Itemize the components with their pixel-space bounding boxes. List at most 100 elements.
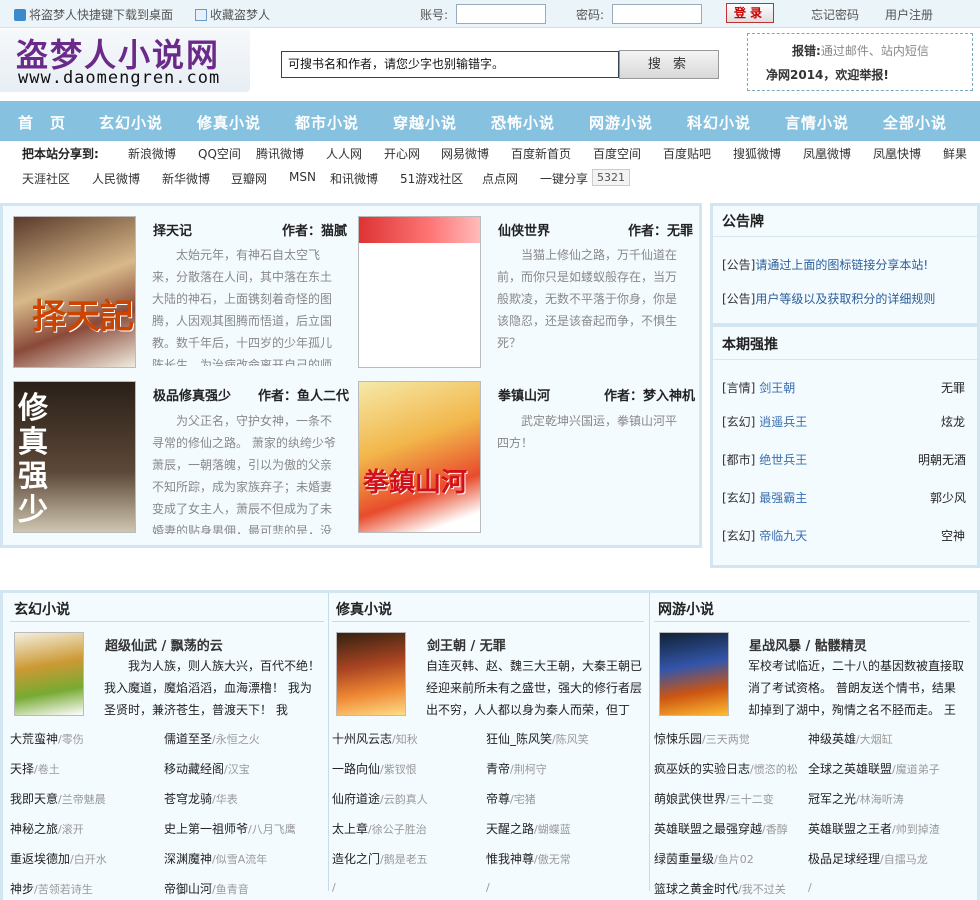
share-item[interactable]: 新华微博: [162, 170, 210, 187]
rec-item[interactable]: [都市] 绝世兵王: [722, 451, 807, 468]
nav-wangyou[interactable]: 网游小说: [589, 112, 653, 133]
list-book-title[interactable]: 极品足球经理: [808, 852, 880, 866]
favorite-link[interactable]: 收藏盗梦人: [195, 6, 270, 23]
list-book-title[interactable]: 我即天意: [10, 792, 58, 806]
nav-kongbu[interactable]: 恐怖小说: [491, 112, 555, 133]
list-book-title[interactable]: 天择: [10, 762, 34, 776]
list-book-author[interactable]: /傲无常: [534, 853, 571, 866]
list-book-author[interactable]: /滚开: [58, 823, 84, 836]
rec-item[interactable]: [玄幻] 帝临九天: [722, 527, 807, 544]
list-item[interactable]: 仙府道途/云韵真人: [332, 790, 428, 807]
rec-author[interactable]: 无罪: [941, 379, 965, 396]
list-book-title[interactable]: 帝尊: [486, 792, 510, 806]
list-item[interactable]: 帝御山河/鱼青音: [164, 880, 249, 897]
list-book-author[interactable]: /大烟缸: [856, 733, 893, 746]
list-item[interactable]: 篮球之黄金时代/我不过关: [654, 880, 786, 897]
rec-book[interactable]: 绝世兵王: [759, 453, 807, 467]
book-title[interactable]: 择天记: [153, 220, 192, 239]
nav-yanqing[interactable]: 言情小说: [785, 112, 849, 133]
list-book-author[interactable]: /苦领若诗生: [34, 883, 93, 896]
nav-xiuzhen[interactable]: 修真小说: [197, 112, 261, 133]
list-item[interactable]: 天择/卷土: [10, 760, 60, 777]
list-book-author[interactable]: /: [808, 881, 812, 894]
list-book-title[interactable]: 天醒之路: [486, 822, 534, 836]
book-cover[interactable]: [14, 632, 84, 716]
book-cover[interactable]: [336, 632, 406, 716]
list-book-author[interactable]: /知秋: [392, 733, 418, 746]
list-item[interactable]: 神步/苦领若诗生: [10, 880, 93, 897]
list-book-title[interactable]: 篮球之黄金时代: [654, 882, 738, 896]
rec-book[interactable]: 帝临九天: [759, 529, 807, 543]
share-item[interactable]: 鲜果: [943, 145, 967, 162]
share-item[interactable]: 凤凰快博: [873, 145, 921, 162]
list-book-title[interactable]: 仙府道途: [332, 792, 380, 806]
book-cover[interactable]: [659, 632, 729, 716]
share-item[interactable]: 天涯社区: [22, 170, 70, 187]
list-book-author[interactable]: /鱼青音: [212, 883, 249, 896]
list-item[interactable]: 绿茵重量级/鱼片02: [654, 850, 754, 867]
rec-book[interactable]: 最强霸主: [759, 491, 807, 505]
book-cover[interactable]: 拳鎮山河: [358, 381, 481, 533]
rec-item[interactable]: [言情] 剑王朝: [722, 379, 795, 396]
list-book-author[interactable]: /三十二变: [726, 793, 774, 806]
list-book-author[interactable]: /紫钗恨: [380, 763, 417, 776]
list-book-title[interactable]: 苍穹龙骑: [164, 792, 212, 806]
list-item[interactable]: 儒道至圣/永恒之火: [164, 730, 260, 747]
list-book-title[interactable]: 移动藏经阁: [164, 762, 224, 776]
list-book-title[interactable]: 史上第一祖师爷: [164, 822, 248, 836]
section-headline[interactable]: 剑王朝 / 无罪: [427, 635, 506, 654]
share-item[interactable]: 豆瓣网: [231, 170, 267, 187]
list-book-author[interactable]: /帅到掉渣: [892, 823, 940, 836]
list-book-author[interactable]: /卷土: [34, 763, 60, 776]
list-item[interactable]: 英雄联盟之最强穿越/香醇: [654, 820, 788, 837]
book-author[interactable]: 作者：猫腻: [282, 220, 347, 239]
book-author[interactable]: 作者：梦入神机: [604, 385, 695, 404]
list-item[interactable]: 苍穹龙骑/华表: [164, 790, 238, 807]
nav-dushi[interactable]: 都市小说: [295, 112, 359, 133]
list-item[interactable]: 青帝/荆柯守: [486, 760, 547, 777]
list-book-author[interactable]: /我不过关: [738, 883, 786, 896]
list-book-author[interactable]: /永恒之火: [212, 733, 260, 746]
list-item[interactable]: 狂仙_陈风笑/陈风笑: [486, 730, 589, 747]
share-item[interactable]: 点点网: [482, 170, 518, 187]
list-book-author[interactable]: /华表: [212, 793, 238, 806]
list-item[interactable]: /: [486, 880, 490, 894]
list-book-author[interactable]: /魔道弟子: [892, 763, 940, 776]
share-item[interactable]: 腾讯微博: [256, 145, 304, 162]
nav-home[interactable]: 首 页: [18, 112, 66, 133]
shortcut-link[interactable]: 将盗梦人快捷键下载到桌面: [14, 6, 173, 23]
book-title[interactable]: 极品修真强少: [153, 385, 231, 404]
list-item[interactable]: 英雄联盟之王者/帅到掉渣: [808, 820, 940, 837]
list-book-author[interactable]: /: [332, 881, 336, 894]
account-input[interactable]: [456, 4, 546, 24]
password-input[interactable]: [612, 4, 702, 24]
rec-author[interactable]: 郭少风: [930, 489, 966, 506]
list-book-title[interactable]: 一路向仙: [332, 762, 380, 776]
list-item[interactable]: /: [808, 880, 812, 894]
share-item[interactable]: 人人网: [326, 145, 362, 162]
book-cover[interactable]: 择天記: [13, 216, 136, 368]
list-book-title[interactable]: 惟我神尊: [486, 852, 534, 866]
share-item[interactable]: 百度空间: [593, 145, 641, 162]
forgot-password-link[interactable]: 忘记密码: [811, 6, 859, 23]
rec-item[interactable]: [玄幻] 最强霸主: [722, 489, 807, 506]
list-item[interactable]: 极品足球经理/自擂马龙: [808, 850, 928, 867]
share-item[interactable]: 百度贴吧: [663, 145, 711, 162]
list-item[interactable]: 移动藏经阁/汉宝: [164, 760, 250, 777]
list-book-title[interactable]: 太上章: [332, 822, 368, 836]
list-book-title[interactable]: 英雄联盟之王者: [808, 822, 892, 836]
share-item[interactable]: 51游戏社区: [400, 170, 463, 187]
list-book-author[interactable]: /似雪A流年: [212, 853, 267, 866]
share-item[interactable]: 开心网: [384, 145, 420, 162]
list-book-title[interactable]: 绿茵重量级: [654, 852, 714, 866]
rec-book[interactable]: 剑王朝: [759, 381, 795, 395]
book-cover[interactable]: 修真强少: [13, 381, 136, 533]
section-headline[interactable]: 星战风暴 / 骷髅精灵: [749, 635, 867, 654]
list-book-title[interactable]: 深渊魔神: [164, 852, 212, 866]
list-book-title[interactable]: 狂仙_陈风笑: [486, 732, 552, 746]
list-book-title[interactable]: 冠军之光: [808, 792, 856, 806]
list-book-title[interactable]: 儒道至圣: [164, 732, 212, 746]
list-item[interactable]: 造化之门/鹅是老五: [332, 850, 428, 867]
list-item[interactable]: 深渊魔神/似雪A流年: [164, 850, 267, 867]
list-book-author[interactable]: /云韵真人: [380, 793, 428, 806]
